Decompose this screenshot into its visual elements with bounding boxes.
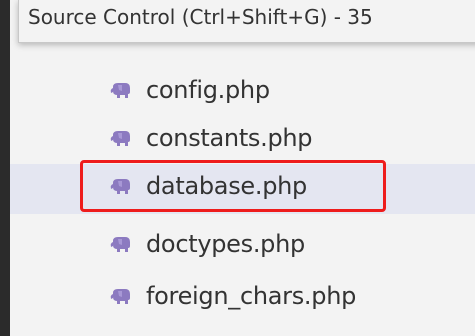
file-name: constants.php	[146, 124, 313, 152]
file-row-foreign-chars[interactable]: foreign_chars.php	[10, 274, 475, 324]
file-name: doctypes.php	[146, 230, 305, 258]
file-name: foreign_chars.php	[146, 282, 357, 310]
php-elephant-icon	[110, 289, 130, 304]
file-name: config.php	[146, 76, 270, 104]
explorer-panel: Source Control (Ctrl+Shift+G) - 35 confi…	[0, 0, 475, 336]
php-elephant-icon	[110, 237, 130, 252]
highlight-annotation-box	[80, 160, 386, 212]
tooltip-text: Source Control (Ctrl+Shift+G) - 35	[28, 5, 373, 29]
file-row-config[interactable]: config.php	[10, 68, 475, 118]
activity-bar-edge	[0, 0, 10, 336]
php-elephant-icon	[110, 131, 130, 146]
file-row-constants[interactable]: constants.php	[10, 116, 475, 166]
file-row-doctypes[interactable]: doctypes.php	[10, 222, 475, 272]
php-elephant-icon	[110, 83, 130, 98]
source-control-tooltip: Source Control (Ctrl+Shift+G) - 35	[18, 0, 475, 43]
